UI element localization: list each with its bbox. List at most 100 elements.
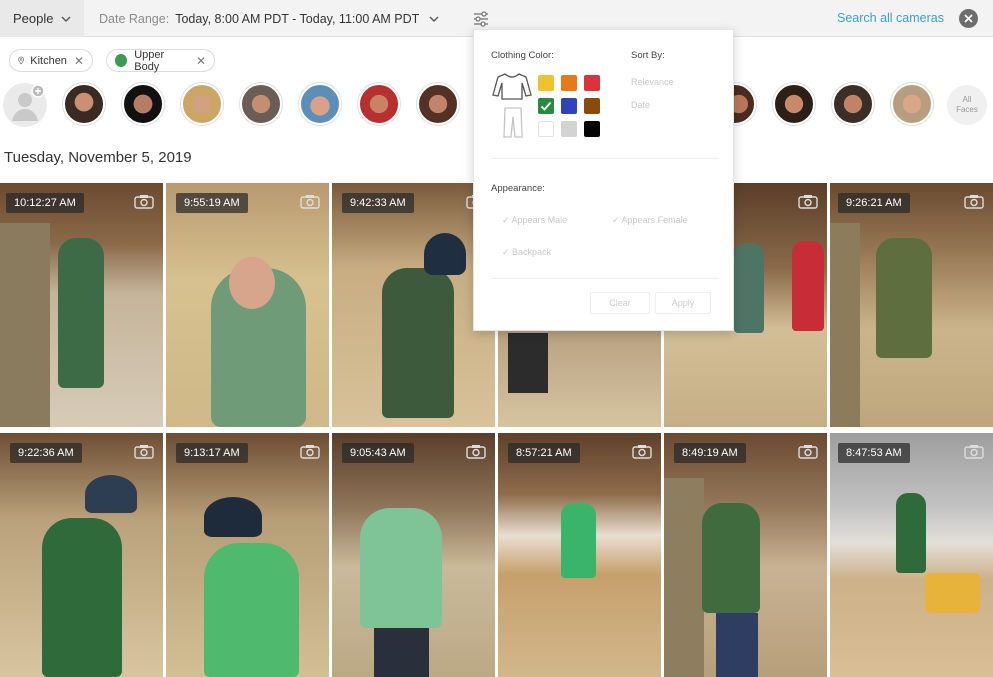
color-swatch[interactable] <box>584 121 600 137</box>
timestamp: 10:12:27 AM <box>6 193 84 213</box>
person-figure <box>702 503 760 613</box>
timestamp: 9:05:43 AM <box>342 443 414 463</box>
result-tile[interactable]: 10:12:27 AM <box>0 183 163 427</box>
person-legs <box>716 613 758 677</box>
color-dot-icon <box>115 54 128 67</box>
people-dropdown[interactable]: People <box>0 0 84 37</box>
clear-button[interactable]: Clear <box>590 292 650 314</box>
apply-button-label: Apply <box>671 298 695 308</box>
timestamp: 9:42:33 AM <box>342 193 414 213</box>
result-tile[interactable]: 9:22:36 AM <box>0 433 163 677</box>
people-dropdown-label: People <box>13 11 54 26</box>
sort-date-option[interactable]: Date <box>631 100 650 110</box>
person-figure <box>896 493 926 573</box>
chevron-down-icon <box>429 12 439 26</box>
timestamp: 9:13:17 AM <box>176 443 248 463</box>
shelf-image-area <box>830 223 860 427</box>
face-avatar[interactable] <box>417 83 459 125</box>
person-head <box>424 233 466 275</box>
person-figure <box>876 238 932 358</box>
face-avatar[interactable] <box>299 83 341 125</box>
date-range-value: Today, 8:00 AM PDT - Today, 11:00 AM PDT <box>175 11 420 26</box>
person-figure <box>734 243 764 333</box>
result-tile[interactable]: 9:42:33 AM <box>332 183 495 427</box>
chip-kitchen[interactable]: Kitchen ✕ <box>9 49 93 72</box>
coffee-machine-image <box>508 333 548 393</box>
camera-icon[interactable] <box>134 194 154 209</box>
appears-female-option[interactable]: ✓ Appears Female <box>612 215 688 226</box>
timestamp: 8:57:21 AM <box>508 443 580 463</box>
shelf-image-area <box>664 478 704 677</box>
person-figure <box>204 543 299 677</box>
camera-icon[interactable] <box>798 444 818 459</box>
close-button[interactable] <box>959 9 978 28</box>
result-tile[interactable]: 8:47:53 AM <box>830 433 993 677</box>
appears-male-option[interactable]: ✓ Appears Male <box>502 215 567 226</box>
sort-by-label: Sort By: <box>631 50 665 61</box>
result-tile[interactable]: 9:05:43 AM <box>332 433 495 677</box>
person-figure <box>42 518 122 677</box>
appears-male-label: Appears Male <box>511 215 568 225</box>
camera-icon[interactable] <box>466 444 486 459</box>
timestamp: 9:26:21 AM <box>838 193 910 213</box>
face-avatar[interactable] <box>891 83 933 125</box>
backpack-option[interactable]: ✓ Backpack <box>502 247 551 258</box>
all-faces-button[interactable]: All Faces <box>947 85 987 125</box>
sort-relevance-option[interactable]: Relevance <box>631 77 674 87</box>
backpack-label: Backpack <box>512 247 552 257</box>
camera-icon[interactable] <box>964 194 984 209</box>
face-avatar[interactable] <box>181 83 223 125</box>
upper-body-icon[interactable] <box>492 72 532 100</box>
face-avatar[interactable] <box>832 83 874 125</box>
face-avatar[interactable] <box>240 83 282 125</box>
person-head <box>85 475 137 513</box>
result-tile[interactable]: 9:13:17 AM <box>166 433 329 677</box>
camera-icon[interactable] <box>300 444 320 459</box>
color-swatch[interactable] <box>561 98 577 114</box>
chip-upper-body[interactable]: Upper Body ✕ <box>106 49 215 73</box>
color-swatch[interactable] <box>584 75 600 91</box>
person-figure <box>360 508 442 628</box>
result-tile[interactable]: 8:49:19 AM <box>664 433 827 677</box>
all-faces-label-1: All <box>962 95 972 105</box>
camera-icon[interactable] <box>798 194 818 209</box>
chip-label: Kitchen <box>30 54 67 67</box>
face-avatar[interactable] <box>358 83 400 125</box>
apply-button[interactable]: Apply <box>655 292 711 314</box>
date-heading: Tuesday, November 5, 2019 <box>4 149 192 166</box>
filter-settings-button[interactable] <box>470 8 492 30</box>
color-swatch[interactable] <box>538 75 554 91</box>
result-tile[interactable]: 9:55:19 AM <box>166 183 329 427</box>
camera-icon[interactable] <box>632 444 652 459</box>
color-swatch[interactable] <box>538 98 554 114</box>
color-swatch[interactable] <box>538 121 554 137</box>
color-swatch[interactable] <box>584 98 600 114</box>
camera-icon[interactable] <box>134 444 154 459</box>
camera-icon[interactable] <box>964 444 984 459</box>
shelf-image-area <box>0 223 50 427</box>
result-tile[interactable]: 8:57:21 AM <box>498 433 661 677</box>
face-avatar[interactable] <box>773 83 815 125</box>
timestamp: 8:47:53 AM <box>838 443 910 463</box>
person-head <box>229 257 275 309</box>
clear-button-label: Clear <box>609 298 631 308</box>
add-face-button[interactable] <box>3 83 47 127</box>
result-tile[interactable]: 9:26:21 AM <box>830 183 993 427</box>
appearance-label: Appearance: <box>491 183 545 194</box>
color-swatch[interactable] <box>561 121 577 137</box>
date-range-label: Date Range: <box>99 11 170 26</box>
sliders-icon <box>474 11 488 27</box>
clothing-color-label: Clothing Color: <box>491 50 554 61</box>
face-avatar[interactable] <box>122 83 164 125</box>
lower-body-icon[interactable] <box>502 106 524 138</box>
search-all-cameras-link[interactable]: Search all cameras <box>837 11 944 25</box>
person-legs <box>374 628 429 677</box>
appears-female-label: Appears Female <box>621 215 688 225</box>
add-person-icon <box>12 84 45 121</box>
date-range-dropdown[interactable]: Date Range: Today, 8:00 AM PDT - Today, … <box>99 0 439 37</box>
face-avatar[interactable] <box>63 83 105 125</box>
color-swatch[interactable] <box>561 75 577 91</box>
close-icon[interactable]: ✕ <box>74 54 84 68</box>
camera-icon[interactable] <box>300 194 320 209</box>
close-icon[interactable]: ✕ <box>196 54 206 68</box>
